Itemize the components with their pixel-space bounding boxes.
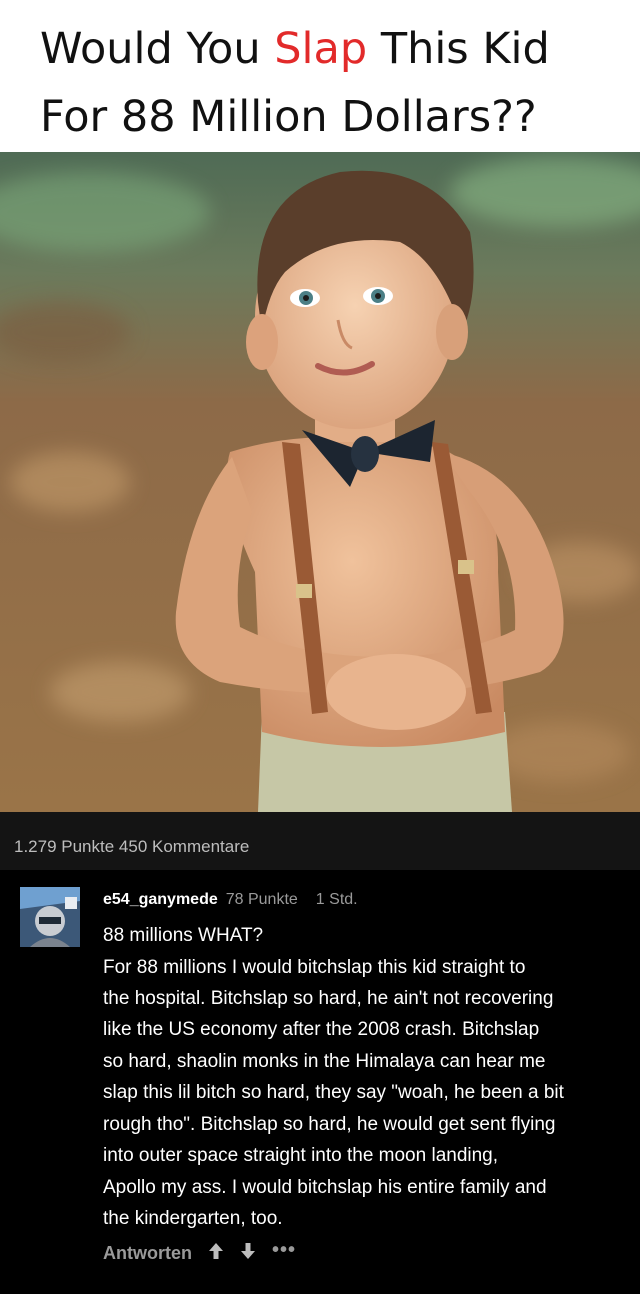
meme-image[interactable]: Would You Slap This Kid For 88 Million D…	[0, 0, 640, 812]
comment-line: so hard, shaolin monks in the Himalaya c…	[103, 1051, 546, 1072]
caption-line-2: For 88 Million Dollars??	[40, 92, 537, 142]
more-options-icon[interactable]: •••	[272, 1239, 296, 1262]
username[interactable]: e54_ganymede	[103, 891, 218, 908]
comment-line: into outer space straight into the moon …	[103, 1145, 499, 1166]
comment-line: rough tho". Bitchslap so hard, he would …	[103, 1114, 556, 1135]
caption-text: Would You	[40, 24, 275, 74]
comment-line: Apollo my ass. I would bitchslap his ent…	[103, 1177, 547, 1198]
caption-text: This Kid	[367, 24, 550, 74]
child-photo	[0, 152, 640, 812]
caption-highlight: Slap	[274, 24, 368, 74]
caption-line-1: Would You Slap This Kid	[40, 28, 550, 71]
avatar[interactable]	[20, 887, 80, 947]
comment-line: 88 millions WHAT?	[103, 925, 264, 946]
comment-line: slap this lil bitch so hard, they say "w…	[103, 1082, 564, 1103]
post-stats-bar: 1.279 Punkte 450 Kommentare	[0, 812, 640, 870]
comment-points: 78 Punkte	[225, 891, 298, 908]
meme-caption: Would You Slap This Kid For 88 Million D…	[0, 0, 640, 152]
comment-line: like the US economy after the 2008 crash…	[103, 1019, 540, 1040]
comment-actions: Antworten •••	[103, 1239, 296, 1265]
comment-meta: e54_ganymede 78 Punkte 1 Std.	[103, 891, 358, 909]
reply-button[interactable]: Antworten	[103, 1243, 192, 1264]
downvote-icon[interactable]	[240, 1242, 256, 1265]
post-stats: 1.279 Punkte 450 Kommentare	[14, 837, 250, 856]
comment-timestamp: 1 Std.	[315, 891, 358, 908]
comment-line: For 88 millions I would bitchslap this k…	[103, 957, 526, 978]
upvote-icon[interactable]	[208, 1242, 224, 1265]
comment: e54_ganymede 78 Punkte 1 Std. 88 millions …	[0, 870, 640, 1294]
comment-line: the kindergarten, too.	[103, 1208, 283, 1229]
comment-line: the hospital. Bitchslap so hard, he ain'…	[103, 988, 554, 1009]
